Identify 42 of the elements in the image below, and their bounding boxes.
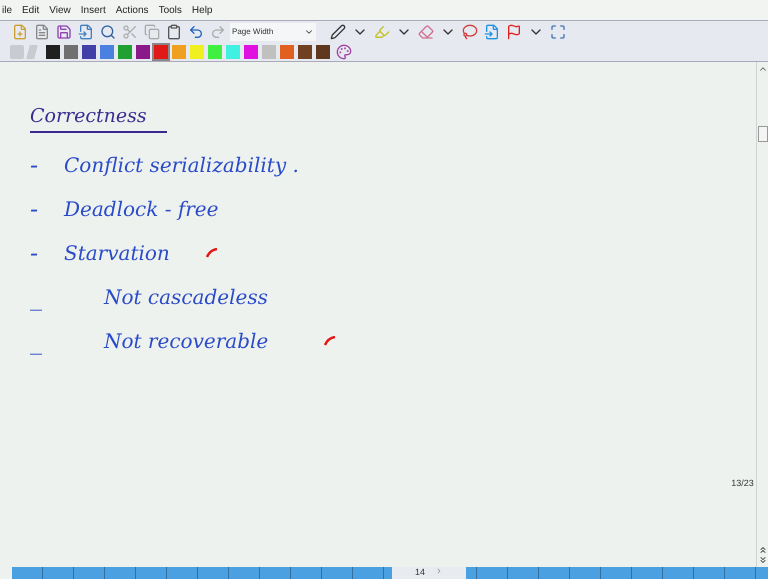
menu-item[interactable]: Tools: [158, 2, 182, 18]
note-line: Deadlock - free: [64, 196, 218, 222]
color-swatch[interactable]: [316, 44, 330, 58]
menu-item[interactable]: Actions: [116, 2, 149, 18]
note-heading: Correctness: [30, 102, 167, 132]
color-swatch[interactable]: [154, 44, 168, 58]
color-swatch[interactable]: [226, 44, 240, 58]
note-line: Starvation: [64, 240, 170, 266]
color-swatch[interactable]: [280, 44, 294, 58]
color-swatch[interactable]: [208, 44, 222, 58]
dash-mark: -: [30, 238, 40, 268]
pen-icon[interactable]: [328, 22, 348, 42]
menu-item[interactable]: Insert: [80, 2, 106, 18]
dash-mark: -: [30, 150, 40, 180]
palette-icon[interactable]: [334, 42, 354, 62]
menu-item[interactable]: ile: [2, 2, 12, 18]
menu-item[interactable]: Help: [192, 2, 212, 18]
dash-mark: _: [30, 326, 43, 357]
color-swatch[interactable]: [64, 44, 78, 58]
previous-page-icon[interactable]: [758, 545, 768, 555]
color-swatch[interactable]: [100, 44, 114, 58]
color-swatch[interactable]: [298, 44, 312, 58]
color-swatch[interactable]: [172, 44, 186, 58]
next-page-icon[interactable]: [758, 555, 768, 565]
color-swatch[interactable]: [244, 44, 258, 58]
color-swatch[interactable]: [118, 44, 132, 58]
lasso-icon[interactable]: [460, 22, 480, 42]
color-swatch[interactable]: [46, 44, 60, 58]
dash-mark: _: [30, 282, 43, 313]
color-swatch[interactable]: [82, 44, 96, 58]
color-swatch[interactable]: [262, 44, 276, 58]
menu-item[interactable]: Edit: [22, 2, 40, 18]
scroll-thumb[interactable]: [758, 126, 768, 142]
page-tab[interactable]: 14: [392, 567, 466, 579]
note-line: Not cascadeless: [102, 284, 268, 310]
note-line: Not recoverable: [102, 328, 268, 354]
zoom-dropdown[interactable]: Page Width: [230, 22, 316, 40]
color-swatch[interactable]: [190, 44, 204, 58]
color-swatch[interactable]: [136, 44, 150, 58]
dash-mark: -: [30, 194, 40, 224]
note-line: Conflict serializability .: [64, 152, 299, 178]
menu-item[interactable]: View: [49, 2, 71, 18]
